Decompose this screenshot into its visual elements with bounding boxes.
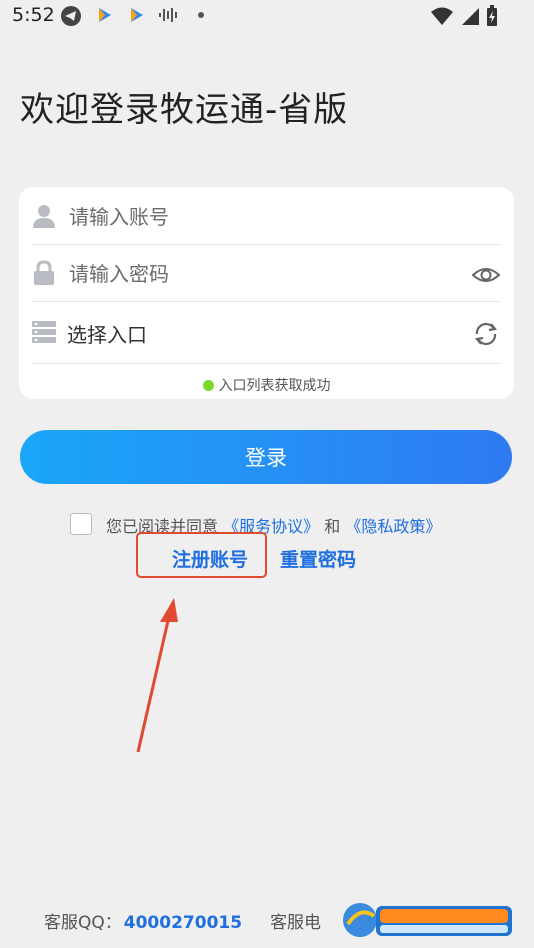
telegram-icon [61,6,81,26]
reset-password-link[interactable]: 重置密码 [280,545,356,572]
status-bar: 5:52 [0,0,534,32]
privacy-policy-link[interactable]: 《隐私政策》 [345,517,441,536]
page-title: 欢迎登录牧运通-省版 [20,90,349,130]
battery-icon [487,5,497,26]
login-form-card: 选择入口 入口列表获取成功 [19,187,514,399]
agreement-and: 和 [324,517,341,536]
status-time: 5:52 [12,4,55,26]
qq-label: 客服QQ： [44,913,122,933]
signal-icon [462,8,479,25]
waveform-icon [159,8,177,22]
annotation-highlight-box [136,532,267,578]
app-icon [99,8,111,22]
refresh-icon[interactable] [471,319,501,349]
entry-select-field[interactable]: 选择入口 [31,305,501,364]
lock-icon [34,260,54,285]
server-icon [32,321,56,343]
password-field [31,246,501,302]
user-icon [33,205,55,228]
eye-icon[interactable] [471,260,501,290]
dot-icon [198,12,204,18]
entry-status: 入口列表获取成功 [19,375,514,395]
phone-label: 客服电 [270,913,322,933]
app-icon [131,8,143,22]
entry-select-label: 选择入口 [67,323,147,347]
login-button[interactable]: 登录 [20,430,512,484]
support-footer: 客服QQ： 4000270015 客服电 [44,908,321,933]
account-links: 注册账号 重置密码 [0,545,534,575]
watermark-logo [343,903,512,937]
agreement-checkbox[interactable] [70,513,92,535]
account-field [31,189,501,245]
wifi-icon [431,7,453,25]
entry-status-text: 入口列表获取成功 [218,378,331,394]
qq-number[interactable]: 4000270015 [124,913,242,933]
account-input[interactable] [67,197,451,237]
password-input[interactable] [67,254,451,294]
success-dot-icon [202,380,214,391]
